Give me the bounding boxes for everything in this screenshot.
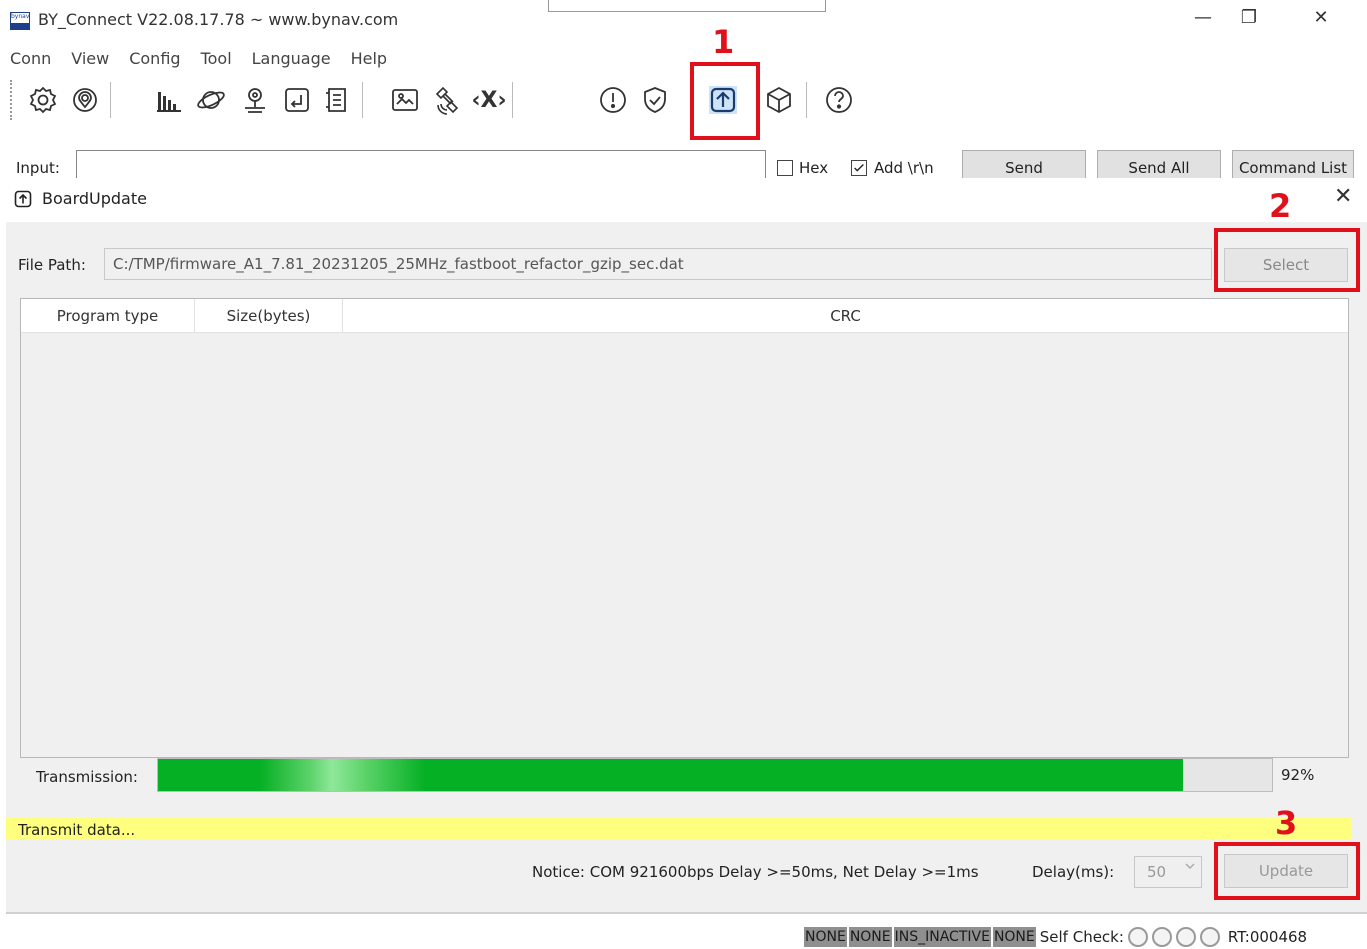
file-path-input[interactable]: C:/TMP/firmware_A1_7.81_20231205_25MHz_f… xyxy=(104,248,1212,280)
file-path-label: File Path: xyxy=(18,256,86,274)
menu-language[interactable]: Language xyxy=(242,44,341,74)
bar-chart-icon[interactable] xyxy=(150,80,188,120)
toolbar-separator xyxy=(110,82,111,118)
x-command-icon[interactable]: ‹X› xyxy=(470,80,508,120)
app-status-bar: NONE NONE INS_INACTIVE NONE Self Check: … xyxy=(804,924,1307,949)
checkmark-icon xyxy=(854,164,864,172)
toolbar-separator xyxy=(512,82,513,118)
highlight-box-step-3 xyxy=(1214,842,1360,900)
satellite-icon[interactable] xyxy=(428,80,466,120)
help-icon[interactable] xyxy=(820,80,858,120)
add-crlf-label: Add \r\n xyxy=(874,159,934,177)
progress-percent: 92% xyxy=(1281,766,1315,784)
toolbar-separator xyxy=(362,82,363,118)
step-number-1: 1 xyxy=(712,23,735,61)
menu-config[interactable]: Config xyxy=(119,44,190,74)
alert-icon[interactable] xyxy=(594,80,632,120)
location-icon[interactable] xyxy=(66,80,104,120)
progress-fill xyxy=(158,759,1183,791)
send-all-button[interactable]: Send All xyxy=(1097,150,1221,180)
list-icon[interactable] xyxy=(318,80,356,120)
step-number-2: 2 xyxy=(1269,187,1292,225)
step-number-3: 3 xyxy=(1275,804,1298,842)
add-crlf-checkbox[interactable] xyxy=(851,160,867,176)
menu-bar: Conn View Config Tool Language Help xyxy=(0,44,397,74)
column-size[interactable]: Size(bytes) xyxy=(195,299,343,333)
highlight-box-step-1 xyxy=(690,62,760,140)
self-check-led-icon xyxy=(1175,926,1196,947)
status-tag: NONE xyxy=(992,926,1036,947)
transmission-label: Transmission: xyxy=(36,768,138,786)
dialog-title: BoardUpdate xyxy=(42,189,147,208)
status-tag: NONE xyxy=(804,926,847,947)
status-tag: NONE xyxy=(848,926,892,947)
toolbar-grip[interactable] xyxy=(10,80,14,120)
chevron-down-icon xyxy=(1184,860,1196,876)
dialog-header xyxy=(6,178,1367,222)
planet-icon[interactable] xyxy=(192,80,230,120)
self-check-led-icon xyxy=(1127,926,1148,947)
table-header: Program type Size(bytes) CRC xyxy=(21,299,1348,333)
maximize-button[interactable]: ❐ xyxy=(1226,0,1272,36)
gear-icon[interactable] xyxy=(24,80,62,120)
status-message-bar xyxy=(6,818,1352,840)
self-check-label: Self Check: xyxy=(1039,927,1124,946)
cube-icon[interactable] xyxy=(760,80,798,120)
map-pin-icon[interactable] xyxy=(236,80,274,120)
menu-conn[interactable]: Conn xyxy=(0,44,61,74)
menu-help[interactable]: Help xyxy=(341,44,397,74)
upload-icon xyxy=(14,190,32,208)
rt-counter: RT:000468 xyxy=(1227,927,1308,946)
app-logo: bynav xyxy=(10,12,30,30)
self-check-led-icon xyxy=(1199,926,1220,947)
title-bar-field xyxy=(548,0,826,12)
program-table xyxy=(20,298,1349,758)
dialog-close-button[interactable]: ✕ xyxy=(1334,184,1352,209)
command-list-button[interactable]: Command List xyxy=(1232,150,1354,180)
status-divider xyxy=(6,912,1367,914)
send-button[interactable]: Send xyxy=(962,150,1086,180)
input-label: Input: xyxy=(16,159,60,177)
command-input[interactable] xyxy=(76,150,766,180)
delay-label: Delay(ms): xyxy=(1032,863,1115,881)
column-program-type[interactable]: Program type xyxy=(21,299,195,333)
hex-checkbox-label: Hex xyxy=(799,159,829,177)
status-tag-ins: INS_INACTIVE xyxy=(893,926,991,947)
shield-icon[interactable] xyxy=(636,80,674,120)
terminal-icon[interactable] xyxy=(278,80,316,120)
image-icon[interactable] xyxy=(386,80,424,120)
toolbar-separator xyxy=(806,82,807,118)
close-window-button[interactable]: ✕ xyxy=(1298,0,1344,36)
hex-checkbox[interactable] xyxy=(777,160,793,176)
status-message: Transmit data... xyxy=(18,821,136,839)
window-title: BY_Connect V22.08.17.78 ~ www.bynav.com xyxy=(38,10,399,29)
notice-text: Notice: COM 921600bps Delay >=50ms, Net … xyxy=(532,863,979,881)
transmission-progress-bar xyxy=(157,758,1273,792)
self-check-led-icon xyxy=(1151,926,1172,947)
minimize-button[interactable]: — xyxy=(1180,0,1226,36)
menu-tool[interactable]: Tool xyxy=(191,44,242,74)
column-crc[interactable]: CRC xyxy=(343,299,1348,333)
menu-view[interactable]: View xyxy=(61,44,119,74)
highlight-box-step-2 xyxy=(1214,228,1360,292)
